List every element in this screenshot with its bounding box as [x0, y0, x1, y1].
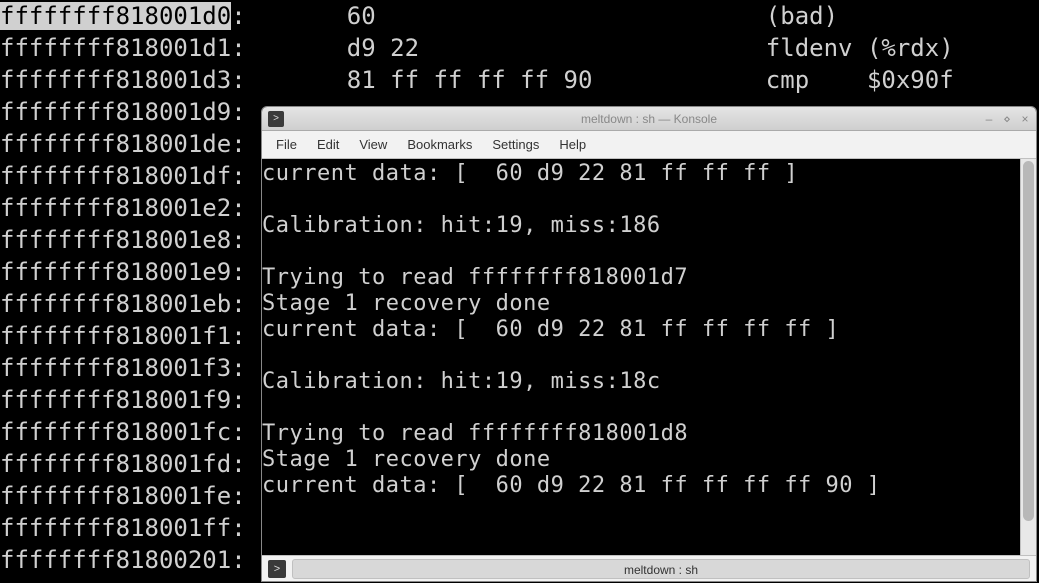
- disasm-address: ffffffff818001fd: [0, 450, 231, 478]
- window-titlebar[interactable]: > meltdown : sh — Konsole – ⋄ ×: [262, 107, 1036, 131]
- disasm-row: ffffffff818001d0: 60 (bad): [0, 0, 1039, 32]
- disasm-address: ffffffff818001f3: [0, 354, 231, 382]
- disasm-address: ffffffff818001eb: [0, 290, 231, 318]
- disasm-address: ffffffff818001d3: [0, 66, 231, 94]
- disasm-address: ffffffff818001fc: [0, 418, 231, 446]
- disasm-address: ffffffff818001d1: [0, 34, 231, 62]
- close-button[interactable]: ×: [1018, 112, 1032, 126]
- disasm-address: ffffffff818001d9: [0, 98, 231, 126]
- disasm-address: ffffffff818001e9: [0, 258, 231, 286]
- scrollbar[interactable]: [1020, 159, 1036, 555]
- disasm-address-highlighted: ffffffff818001d0: [0, 2, 231, 30]
- window-title: meltdown : sh — Konsole: [262, 106, 1036, 135]
- disasm-address: ffffffff818001fe: [0, 482, 231, 510]
- disasm-address: ffffffff818001e2: [0, 194, 231, 222]
- scrollbar-thumb[interactable]: [1023, 161, 1034, 521]
- new-tab-icon[interactable]: >: [268, 560, 286, 578]
- disasm-address: ffffffff81800201: [0, 546, 231, 574]
- terminal-icon: >: [268, 111, 284, 127]
- status-tab[interactable]: meltdown : sh: [292, 559, 1030, 579]
- disasm-address: ffffffff818001de: [0, 130, 231, 158]
- terminal-output[interactable]: current data: [ 60 d9 22 81 ff ff ff ] C…: [262, 159, 1020, 555]
- statusbar: > meltdown : sh: [262, 555, 1036, 581]
- disasm-address: ffffffff818001f9: [0, 386, 231, 414]
- menubar: File Edit View Bookmarks Settings Help: [262, 131, 1036, 159]
- konsole-window: > meltdown : sh — Konsole – ⋄ × File Edi…: [261, 106, 1037, 582]
- disasm-address: ffffffff818001ff: [0, 514, 231, 542]
- disasm-address: ffffffff818001f1: [0, 322, 231, 350]
- maximize-button[interactable]: ⋄: [1000, 112, 1014, 126]
- minimize-button[interactable]: –: [982, 112, 996, 126]
- disasm-address: ffffffff818001df: [0, 162, 231, 190]
- disasm-row: ffffffff818001d1: d9 22 fldenv (%rdx): [0, 32, 1039, 64]
- disasm-address: ffffffff818001e8: [0, 226, 231, 254]
- disasm-row: ffffffff818001d3: 81 ff ff ff ff 90 cmp …: [0, 64, 1039, 96]
